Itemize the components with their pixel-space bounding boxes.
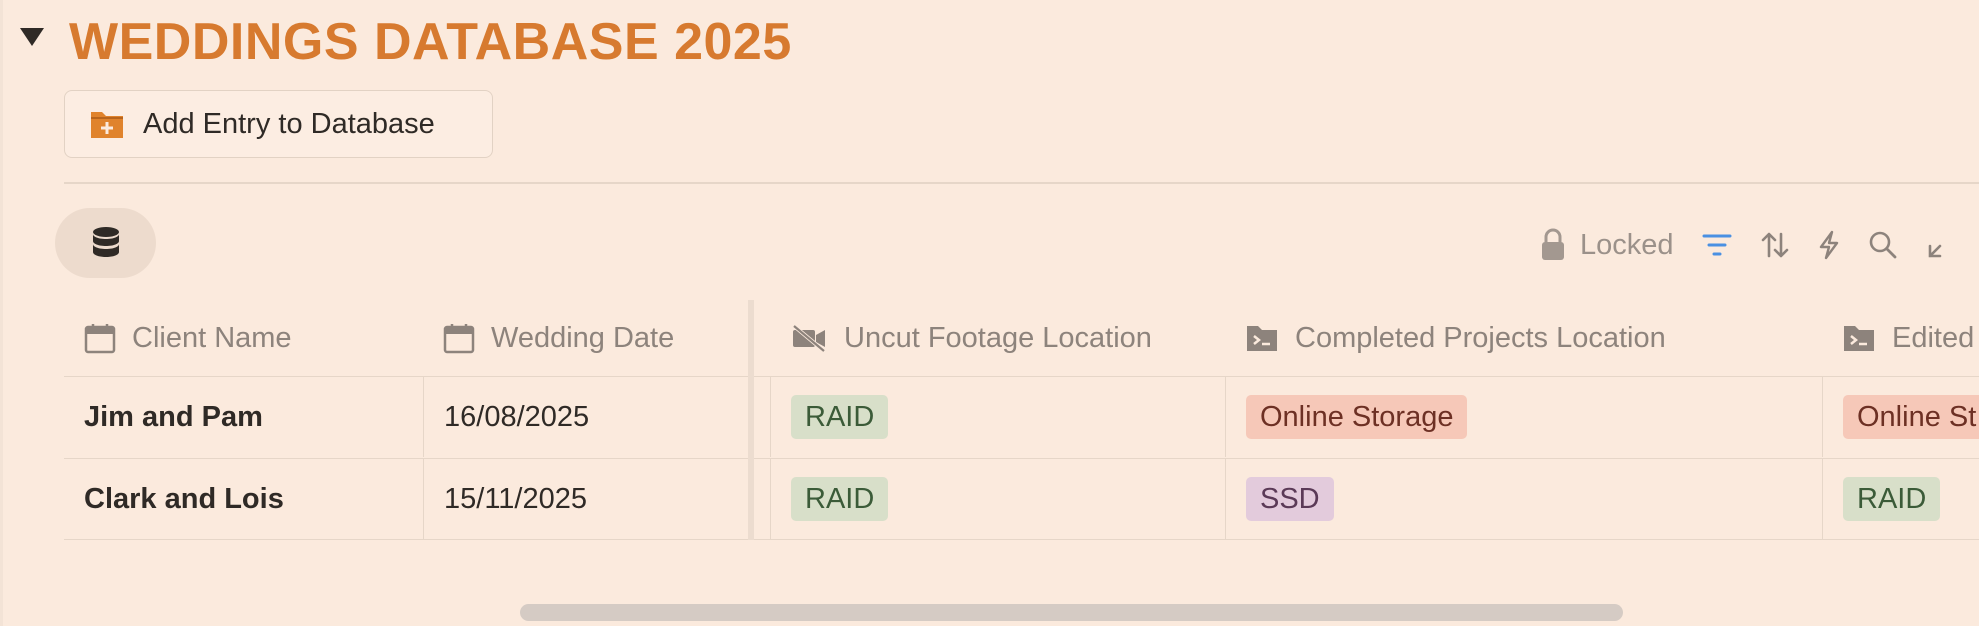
uncut-footage-cell[interactable]: RAID [770, 377, 1225, 457]
column-header-wedding-date[interactable]: Wedding Date [423, 300, 748, 376]
column-header-uncut-footage[interactable]: Uncut Footage Location [770, 300, 1225, 376]
completed-projects-cell[interactable]: Online Storage [1225, 377, 1822, 457]
database-view-tab[interactable] [55, 208, 156, 278]
column-label: Uncut Footage Location [844, 321, 1152, 354]
table-row[interactable]: Jim and Pam 16/08/2025 RAID Online Stora… [64, 376, 1979, 457]
add-entry-button[interactable]: Add Entry to Database [64, 90, 493, 158]
column-header-client-name[interactable]: Client Name [64, 300, 423, 376]
video-off-icon [792, 324, 826, 353]
folder-arrow-icon [1844, 326, 1874, 351]
column-label: Completed Projects Location [1295, 321, 1666, 354]
lock-icon [1542, 228, 1564, 260]
tag-ssd: SSD [1246, 477, 1334, 521]
automation-button[interactable] [1818, 230, 1840, 260]
folder-plus-icon [91, 112, 123, 138]
wedding-date-cell[interactable]: 15/11/2025 [423, 459, 748, 539]
frozen-column-divider[interactable] [748, 300, 754, 540]
database-icon [92, 227, 119, 257]
automation-icon [1819, 230, 1838, 260]
completed-projects-cell[interactable]: SSD [1225, 459, 1822, 539]
column-header-completed-projects[interactable]: Completed Projects Location [1225, 300, 1822, 376]
client-name-cell[interactable]: Clark and Lois [64, 459, 423, 539]
column-label: Client Name [132, 321, 292, 354]
left-edge [0, 0, 3, 626]
tag-raid: RAID [791, 477, 889, 521]
column-header-edited[interactable]: Edited [1822, 300, 1979, 376]
tag-online-storage: Online Storage [1246, 395, 1468, 439]
sort-button[interactable] [1760, 230, 1790, 260]
folder-arrow-icon [1247, 326, 1277, 351]
horizontal-scrollbar[interactable] [520, 604, 1623, 621]
tag-online-storage: Online St [1843, 395, 1979, 439]
search-button[interactable] [1868, 230, 1898, 260]
page-title: WEDDINGS DATABASE 2025 [69, 13, 792, 71]
uncut-footage-cell[interactable]: RAID [770, 459, 1225, 539]
search-icon [1869, 231, 1896, 259]
column-label: Edited [1892, 321, 1975, 354]
tag-raid: RAID [1843, 477, 1941, 521]
collapse-button[interactable] [1926, 230, 1956, 260]
collapse-toggle-icon[interactable] [20, 28, 44, 46]
database-toolbar: Locked [1540, 220, 1956, 270]
filter-icon [1702, 234, 1732, 256]
column-label: Wedding Date [491, 321, 675, 354]
edited-cell[interactable]: RAID [1822, 459, 1979, 539]
table-row[interactable]: Clark and Lois 15/11/2025 RAID SSD RAID [64, 458, 1979, 540]
tag-raid: RAID [791, 395, 889, 439]
calendar-icon [84, 324, 116, 354]
calendar-icon [443, 324, 475, 354]
collapse-icon [1928, 244, 1941, 258]
wedding-date-cell[interactable]: 16/08/2025 [423, 377, 748, 457]
filter-button[interactable] [1702, 232, 1732, 258]
locked-indicator[interactable]: Locked [1540, 228, 1674, 262]
sort-icon [1761, 232, 1788, 258]
divider [64, 182, 1979, 184]
locked-label: Locked [1580, 228, 1674, 261]
table-header: Client Name Wedding Date Uncut Footage L… [64, 300, 1979, 376]
client-name-cell[interactable]: Jim and Pam [64, 377, 423, 457]
edited-cell[interactable]: Online St [1822, 377, 1979, 457]
add-entry-label: Add Entry to Database [143, 107, 435, 140]
